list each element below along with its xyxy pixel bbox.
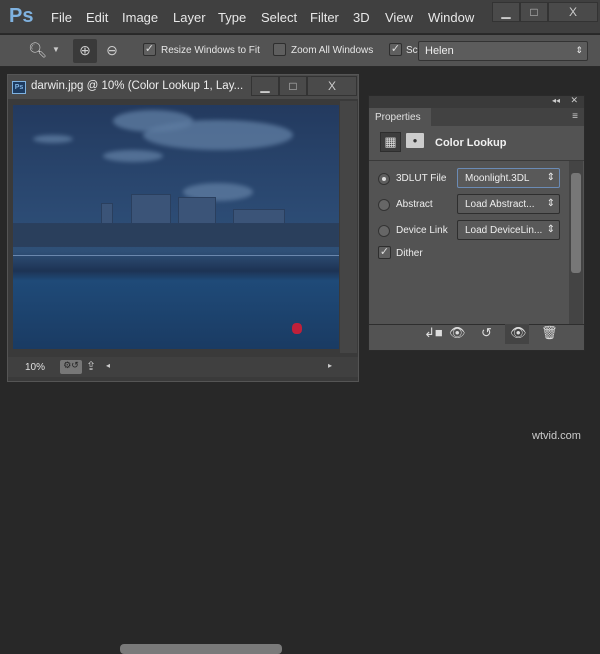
zoom-tool-icon[interactable]: 🔍︎	[28, 41, 47, 59]
radio-3dlut[interactable]	[378, 173, 390, 185]
doc-close-button[interactable]: X	[307, 76, 357, 96]
font-select-value: Helen	[425, 45, 454, 57]
font-select[interactable]: Helen ⇕	[418, 41, 588, 61]
photoshop-logo: Ps	[9, 5, 34, 27]
panel-scrollbar[interactable]	[569, 161, 583, 324]
share-icon[interactable]: ⇪	[86, 359, 96, 373]
label-abstract: Abstract	[396, 199, 433, 210]
abstract-select[interactable]: Load Abstract... ⇕	[457, 194, 560, 214]
status-bar: 10% ⚙↺ ⇪ ◂ ▸	[8, 357, 358, 654]
doc-maximize-button[interactable]: □	[279, 76, 307, 96]
adjustment-title: Color Lookup	[435, 137, 507, 149]
panel-menu-icon[interactable]: ≡	[572, 111, 578, 122]
collapse-icon[interactable]: ◂◂	[552, 96, 560, 105]
reset-icon[interactable]: ↺	[481, 325, 492, 341]
device-link-select[interactable]: Load DeviceLin... ⇕	[457, 220, 560, 240]
vertical-scrollbar[interactable]	[340, 101, 357, 353]
properties-panel: ◂◂ ✕ Properties ≡ ▦ ● Color Lookup 3DLUT…	[368, 95, 585, 351]
doc-minimize-button[interactable]: ▁	[251, 76, 279, 96]
panel-close-icon[interactable]: ✕	[570, 95, 578, 106]
image-canvas[interactable]	[13, 105, 339, 349]
resize-windows-checkbox[interactable]: ✓	[143, 43, 156, 56]
select-arrows-icon: ⇕	[546, 224, 555, 235]
menu-window[interactable]: Window	[428, 10, 474, 25]
select-arrows-icon: ⇕	[546, 172, 555, 183]
document-window: Ps darwin.jpg @ 10% (Color Lookup 1, Lay…	[7, 74, 359, 654]
select-arrows-icon: ⇕	[546, 198, 555, 209]
zoom-in-icon[interactable]: ⊕	[73, 39, 97, 63]
3dlut-select[interactable]: Moonlight.3DL ⇕	[457, 168, 560, 188]
view-previous-state-icon[interactable]: 👁︎	[449, 325, 466, 341]
label-device-link: Device Link	[396, 225, 448, 236]
menu-bar: Ps File Edit Image Layer Type Select Fil…	[0, 0, 600, 34]
menu-type[interactable]: Type	[218, 10, 246, 25]
scroll-right-icon[interactable]: ▸	[328, 361, 332, 370]
scroll-left-icon[interactable]: ◂	[106, 361, 110, 370]
tab-properties[interactable]: Properties	[369, 108, 431, 126]
menu-edit[interactable]: Edit	[86, 10, 108, 25]
adjustment-grid-icon[interactable]: ▦	[380, 132, 401, 152]
menu-image[interactable]: Image	[122, 10, 158, 25]
scrubby-zoom-label: Sc	[406, 45, 418, 56]
horizontal-scrollbar[interactable]	[120, 644, 282, 654]
mask-icon[interactable]: ●	[406, 133, 424, 148]
radio-device-link[interactable]	[378, 225, 390, 237]
clip-to-layer-icon[interactable]: ↲■	[424, 325, 443, 341]
dither-label: Dither	[396, 248, 423, 259]
menu-3d[interactable]: 3D	[353, 10, 370, 25]
device-link-value: Load DeviceLin...	[465, 225, 543, 236]
menu-filter[interactable]: Filter	[310, 10, 339, 25]
delete-trash-icon[interactable]: 🗑︎	[541, 325, 558, 341]
3dlut-value: Moonlight.3DL	[465, 173, 530, 184]
panel-tab-bar: Properties ≡	[369, 108, 584, 126]
scrubby-zoom-checkbox[interactable]: ✓	[389, 43, 402, 56]
menu-file[interactable]: File	[51, 10, 72, 25]
resize-windows-label: Resize Windows to Fit	[161, 45, 260, 56]
zoom-out-icon[interactable]: ⊖	[101, 39, 123, 63]
label-3dlut: 3DLUT File	[396, 173, 447, 184]
menu-select[interactable]: Select	[261, 10, 297, 25]
ps-document-icon: Ps	[12, 81, 26, 94]
gpu-settings-icon[interactable]: ⚙↺	[60, 360, 82, 374]
radio-abstract[interactable]	[378, 199, 390, 211]
close-button[interactable]: X	[548, 2, 598, 22]
select-arrows-icon: ⇕	[575, 45, 583, 55]
dither-checkbox[interactable]: ✓	[378, 246, 391, 259]
menu-layer[interactable]: Layer	[173, 10, 206, 25]
panel-header-strip: ◂◂ ✕	[369, 95, 584, 108]
visibility-eye-icon[interactable]: 👁︎	[510, 325, 527, 341]
zoom-all-checkbox[interactable]	[273, 43, 286, 56]
document-title-bar[interactable]: Ps darwin.jpg @ 10% (Color Lookup 1, Lay…	[8, 75, 358, 99]
document-title: darwin.jpg @ 10% (Color Lookup 1, Lay...	[31, 80, 244, 92]
zoom-level[interactable]: 10%	[25, 362, 45, 373]
abstract-value: Load Abstract...	[465, 199, 535, 210]
tool-preset-chevron-icon[interactable]: ▼	[52, 45, 60, 54]
menu-view[interactable]: View	[385, 10, 413, 25]
maximize-button[interactable]: □	[520, 2, 548, 22]
zoom-all-label: Zoom All Windows	[291, 45, 374, 56]
watermark: wtvid.com	[532, 430, 581, 442]
minimize-button[interactable]: ▁	[492, 2, 520, 22]
